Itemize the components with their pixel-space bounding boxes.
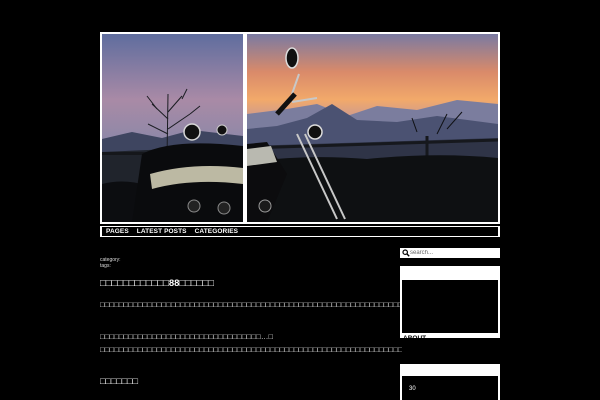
post-subheading: □□□□□□□ (100, 376, 139, 386)
header-photo (100, 32, 500, 224)
main-nav: PAGES LATEST POSTS CATEGORIES (100, 226, 500, 237)
calendar-box (402, 376, 498, 400)
search-box (400, 248, 500, 258)
post-paragraph-1: □□□□□□□□□□□□□□□□□□□□□□□□□□□□□□□□□□□□□□□□… (100, 300, 422, 309)
nav-item-categories[interactable]: CATEGORIES (195, 228, 239, 235)
header-photo-right-panel (247, 34, 498, 222)
sidebar-widget-box (402, 280, 498, 333)
sidebar-divider-bar (400, 364, 500, 376)
header-photo-left-panel (102, 34, 243, 222)
nav-item-pages[interactable]: PAGES (106, 228, 129, 235)
about-content-box (402, 346, 498, 364)
calendar-day[interactable]: 30 (409, 386, 416, 392)
about-heading: ABOUT (403, 335, 427, 342)
nav-item-latest-posts[interactable]: LATEST POSTS (137, 228, 187, 235)
search-input[interactable] (409, 248, 498, 258)
post-paragraph-2: □□□□□□□□□□□□□□□□□□□□□□□□□□□□□□□□□□…□ □□□… (100, 332, 427, 354)
post-title[interactable]: □□□□□□□□□□□□88□□□□□□ (100, 278, 214, 289)
post-tags: tags: (100, 263, 111, 269)
